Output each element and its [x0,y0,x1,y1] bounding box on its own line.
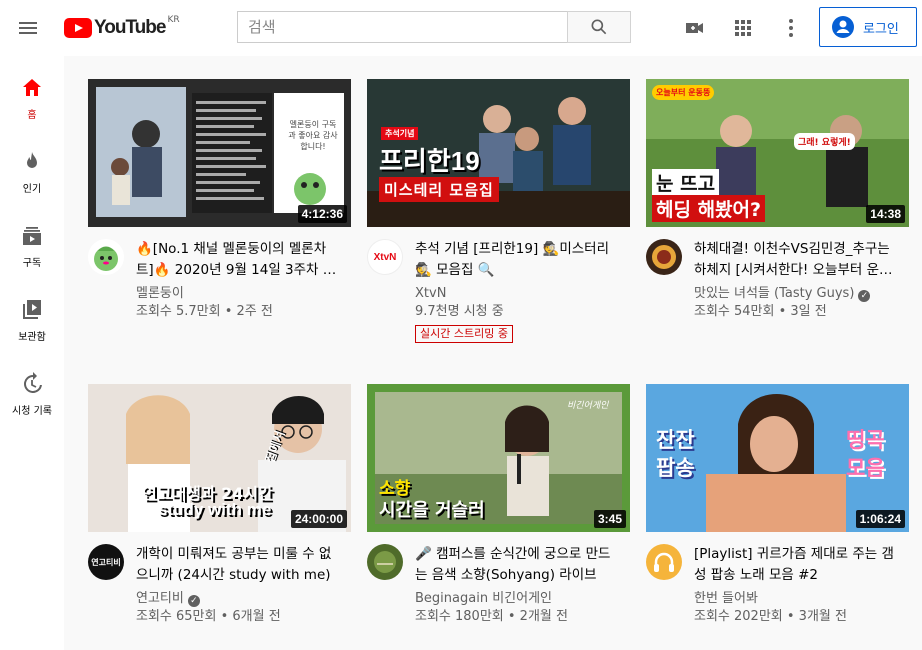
home-icon [23,79,41,96]
channel-name[interactable]: 멜론둥이 [136,285,341,303]
channel-avatar[interactable]: 연고티비 [88,544,124,580]
trending-icon [27,152,37,168]
sidebar-item-label: 보관함 [18,332,46,343]
video-duration: 1:06:24 [855,510,905,528]
settings-more-icon[interactable] [779,16,803,40]
sidebar-item-label: 구독 [22,258,42,269]
video-duration: 14:38 [866,205,905,223]
library-icon [23,300,41,319]
video-card: 집에서 연고대생과 24시간 study with me 24:00:00 연고… [88,384,351,626]
search-bar [237,11,631,43]
video-thumbnail[interactable]: 집에서 연고대생과 24시간 study with me 24:00:00 [88,384,351,532]
thumbnail-badge: 추석기념 [381,127,419,140]
sidebar-item-label: 인기 [22,184,42,195]
sidebar-item-label: 시청 기록 [12,406,52,417]
channel-name-text[interactable]: 맛있는 녀석들 (Tasty Guys) [694,285,854,303]
video-card: 비긴어게인 소향 시간을 거슬러 3:45 🎤 캠퍼스를 순식간에 궁으로 만드… [367,384,630,626]
youtube-logo[interactable]: YouTube KR [64,15,180,40]
verified-icon: ✓ [187,595,200,607]
login-label: 로그인 [863,21,899,37]
verified-icon: ✓ [858,290,871,302]
channel-avatar[interactable] [646,544,682,580]
region-code: KR [167,15,180,25]
thumbnail-subline: 띵곡 모음 [846,428,885,480]
channel-avatar[interactable] [367,544,403,580]
logo-text: YouTube [94,17,166,38]
video-card: 잔잔 팝송 띵곡 모음 1:06:24 [Playlist] 귀르가즘 제대로 … [646,384,909,626]
sidebar-item-library[interactable]: 보관함 [0,278,64,352]
video-thumbnail[interactable]: 추석기념 프리한19 미스테리 모음집 [367,79,630,227]
login-button[interactable]: 로그인 [819,7,917,47]
video-stats: 9.7천명 시청 중 [415,304,504,319]
video-stats: 조회수 65만회 • 6개월 전 [136,609,281,624]
thumbnail-subline: study with me [158,500,272,519]
video-title[interactable]: 개학이 미뤄져도 공부는 미룰 수 없으니까 (24시간 study with … [136,544,341,586]
thumbnail-bubble: 그래! 요렇게! [794,133,855,150]
video-title[interactable]: 🔥[No.1 채널 멜론둥이의 멜론차트]🔥 2020년 9월 14일 3주차 … [136,239,341,281]
video-stats: 조회수 54만회 • 3일 전 [694,304,827,319]
thumbnail-subline: 헤딩 해봤어? [652,195,766,222]
video-card: 오늘부터 운동뚱 그래! 요렇게! 눈 뜨고 헤딩 해봤어? 14:38 하체대… [646,79,909,321]
sidebar: 홈 인기 구독 보관함 시청 기록 [0,56,64,650]
channel-avatar-text: XtvN [373,251,397,263]
video-stats: 조회수 5.7만회 • 2주 전 [136,304,273,319]
channel-avatar-text: 연고티비 [91,557,121,567]
sidebar-item-subscriptions[interactable]: 구독 [0,204,64,278]
video-card: 멜론둥이 구독과 좋아요 감사합니다! 4:12:36 🔥[No.1 채널 멜론… [88,79,351,321]
live-badge: 실시간 스트리밍 중 [415,325,513,343]
menu-icon[interactable] [16,16,40,40]
channel-avatar[interactable] [88,239,124,275]
video-title[interactable]: [Playlist] 귀르가즘 제대로 주는 갬성 팝송 노래 모음 #2 [694,544,899,586]
video-duration: 24:00:00 [290,510,347,528]
subscriptions-icon [23,227,41,245]
thumbnail-headline: 잔잔 팝송 [656,428,695,480]
thumbnail-tag: 비긴어게인 [567,401,609,411]
thumbnail-badge: 오늘부터 운동뚱 [652,85,715,100]
sidebar-item-trending[interactable]: 인기 [0,130,64,204]
channel-name[interactable]: Beginagain 비긴어게인 [415,590,620,608]
video-duration: 3:45 [593,510,626,528]
history-icon [24,372,42,393]
sidebar-item-history[interactable]: 시청 기록 [0,352,64,426]
sidebar-item-home[interactable]: 홈 [0,56,64,130]
video-card: 추석기념 프리한19 미스테리 모음집 XtvN 추석 기념 [프리한19] 🕵… [367,79,630,343]
video-title[interactable]: 하체대결! 이천수VS김민경_추구는 하체지 [시켜서한다! 오늘부터 운동뚱] [694,239,899,281]
channel-name[interactable]: 한번 들어봐 [694,590,899,608]
search-icon [591,19,607,35]
thumbnail-subline: 미스테리 모음집 [379,177,499,202]
account-icon [832,16,854,38]
masthead: YouTube KR 로그인 [0,0,922,56]
play-logo-icon [64,18,92,38]
channel-name-text[interactable]: 연고티비 [136,591,184,606]
video-duration: 4:12:36 [297,205,347,223]
thumbnail-headline: 눈 뜨고 [652,169,720,196]
video-title[interactable]: 🎤 캠퍼스를 순식간에 궁으로 만드는 음색 소향(Sohyang) 라이브 [415,544,620,586]
video-thumbnail[interactable]: 비긴어게인 소향 시간을 거슬러 3:45 [367,384,630,532]
channel-name[interactable]: XtvN [415,285,620,303]
channel-avatar[interactable]: XtvN [367,239,403,275]
sidebar-item-label: 홈 [27,110,37,121]
video-title[interactable]: 추석 기념 [프리한19] 🕵️미스터리🕵️ 모음집 🔍 [415,239,620,281]
thumbnail-subline: 시간을 거슬러 [379,500,485,521]
video-stats: 조회수 202만회 • 3개월 전 [694,609,847,624]
create-video-icon[interactable] [683,16,707,40]
channel-avatar[interactable] [646,239,682,275]
search-input[interactable] [237,11,567,43]
channel-name: 연고티비 ✓ [136,590,341,608]
search-button[interactable] [567,11,631,43]
apps-grid-icon[interactable] [731,16,755,40]
thumbnail-headline: 프리한19 [379,146,480,176]
video-thumbnail[interactable]: 멜론둥이 구독과 좋아요 감사합니다! 4:12:36 [88,79,351,227]
video-stats: 조회수 180만회 • 2개월 전 [415,609,568,624]
channel-name: 맛있는 녀석들 (Tasty Guys) ✓ [694,285,899,303]
video-thumbnail[interactable]: 잔잔 팝송 띵곡 모음 1:06:24 [646,384,909,532]
thumbnail-caption: 멜론둥이 구독과 좋아요 감사합니다! [288,120,338,151]
video-thumbnail[interactable]: 오늘부터 운동뚱 그래! 요렇게! 눈 뜨고 헤딩 해봤어? 14:38 [646,79,909,227]
